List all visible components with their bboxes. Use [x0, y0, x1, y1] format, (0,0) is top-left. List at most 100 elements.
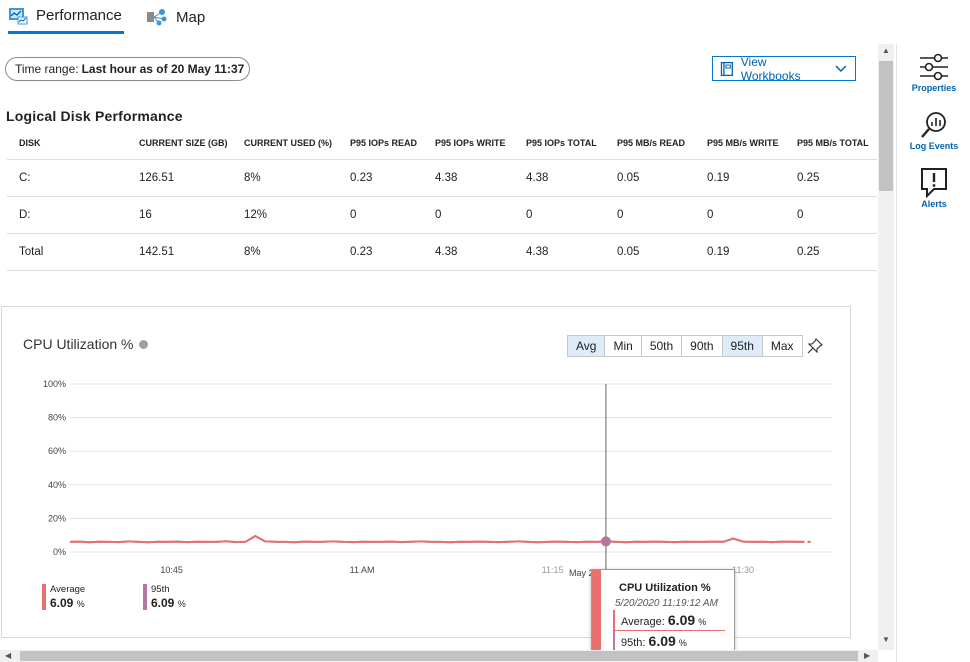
- view-workbooks-button[interactable]: View Workbooks: [712, 54, 856, 83]
- chevron-down-icon: [835, 65, 847, 72]
- table-row[interactable]: Total 142.51 8% 0.23 4.38 4.38 0.05 0.19…: [7, 232, 877, 271]
- tab-bar: Performance Map: [0, 0, 878, 34]
- horizontal-scroll-thumb[interactable]: [20, 651, 858, 661]
- alerts-icon: [921, 168, 947, 198]
- legend-average[interactable]: Average 6.09 %: [42, 584, 85, 610]
- workbook-icon: [720, 61, 733, 76]
- tooltip-row-95th: 95th: 6.09 %: [613, 631, 725, 652]
- column-header[interactable]: P95 MB/s TOTAL: [785, 128, 877, 159]
- table-cell: 0.05: [605, 232, 695, 271]
- table-header-row: DISK CURRENT SIZE (GB) CURRENT USED (%) …: [7, 128, 877, 159]
- scroll-left-icon[interactable]: ◀: [5, 651, 11, 660]
- x-tick-label: 11 AM: [350, 565, 375, 575]
- x-tick-label: 11:30: [732, 565, 754, 575]
- tab-map[interactable]: Map: [146, 0, 205, 34]
- table-cell: 0: [338, 195, 423, 233]
- column-header[interactable]: P95 IOPs TOTAL: [514, 128, 605, 159]
- tooltip-row-unit: %: [678, 638, 687, 648]
- table-cell: 142.51: [127, 232, 232, 271]
- legend-95th-name: 95th: [151, 584, 170, 595]
- legend-95th-swatch: [143, 584, 147, 610]
- tooltip-row-label: 95th:: [621, 637, 646, 649]
- table-cell: 0.25: [785, 232, 877, 271]
- horizontal-scrollbar[interactable]: ◀ ▶: [0, 650, 878, 662]
- series-line-average: [69, 534, 802, 544]
- table-cell: 8%: [232, 158, 338, 196]
- table-cell: 0.19: [695, 158, 785, 196]
- table-cell: 0: [423, 195, 514, 233]
- legend-average-value: 6.09 %: [50, 596, 85, 610]
- alerts-label: Alerts: [921, 199, 947, 209]
- tooltip-timestamp: 5/20/2020 11:19:12 AM: [615, 598, 718, 609]
- tooltip-row-unit: %: [698, 617, 707, 627]
- tooltip-accent-bar: [592, 570, 601, 660]
- tooltip-title: CPU Utilization %: [619, 582, 711, 594]
- scroll-up-icon[interactable]: ▲: [882, 46, 890, 55]
- alerts-button[interactable]: Alerts: [897, 166, 970, 209]
- x-tick-label: 10:45: [160, 565, 183, 575]
- tab-map-label: Map: [176, 8, 206, 26]
- y-tick-label: 20%: [48, 513, 66, 523]
- table-cell: 0.23: [338, 232, 423, 271]
- column-header[interactable]: P95 IOPs READ: [338, 128, 423, 159]
- table-cell: 4.38: [514, 158, 605, 196]
- performance-icon: [9, 7, 28, 24]
- legend-average-swatch: [42, 584, 46, 610]
- scroll-right-icon[interactable]: ▶: [864, 651, 870, 660]
- view-workbooks-label: View Workbooks: [740, 54, 801, 83]
- time-range-prefix: Time range:: [15, 62, 79, 76]
- tab-performance-label: Performance: [36, 7, 122, 24]
- table-cell: 0.23: [338, 158, 423, 196]
- column-header[interactable]: P95 MB/s WRITE: [695, 128, 785, 159]
- table-cell: 126.51: [127, 158, 232, 196]
- table-row[interactable]: D: 16 12% 0 0 0 0 0 0: [7, 195, 877, 233]
- scroll-down-icon[interactable]: ▼: [882, 635, 890, 644]
- legend-95th[interactable]: 95th 6.09 %: [143, 584, 186, 610]
- table-cell: 4.38: [423, 232, 514, 271]
- table-cell: Total: [7, 232, 127, 271]
- table-cell: 4.38: [514, 232, 605, 271]
- column-header[interactable]: P95 MB/s READ: [605, 128, 695, 159]
- table-cell: 0: [695, 195, 785, 233]
- tab-performance[interactable]: Performance: [8, 0, 124, 34]
- log-events-label: Log Events: [909, 141, 959, 151]
- y-tick-label: 0%: [53, 547, 66, 557]
- map-icon: [147, 9, 167, 26]
- table-cell: 12%: [232, 195, 338, 233]
- column-header[interactable]: CURRENT SIZE (GB): [127, 128, 232, 159]
- tooltip-row-value: 6.09: [667, 612, 696, 628]
- log-events-button[interactable]: Log Events: [897, 110, 970, 151]
- chart-cursor-marker: [600, 536, 611, 547]
- properties-label: Properties: [911, 83, 957, 93]
- table-cell: C:: [7, 158, 127, 196]
- column-header[interactable]: P95 IOPs WRITE: [423, 128, 514, 159]
- disk-table: DISK CURRENT SIZE (GB) CURRENT USED (%) …: [7, 128, 877, 271]
- disk-section-title: Logical Disk Performance: [6, 108, 183, 124]
- legend-average-name: Average: [50, 584, 86, 595]
- vertical-scrollbar[interactable]: ▲ ▼: [878, 44, 894, 650]
- side-panel: Properties Log Events Alerts: [896, 44, 970, 662]
- y-tick-label: 40%: [48, 480, 66, 490]
- table-cell: 8%: [232, 232, 338, 271]
- table-cell: D:: [7, 195, 127, 233]
- table-cell: 0.25: [785, 158, 877, 196]
- tooltip-row-value: 6.09: [648, 633, 676, 649]
- table-cell: 0: [785, 195, 877, 233]
- y-tick-label: 100%: [43, 379, 66, 389]
- time-range-value: Last hour as of 20 May 11:37: [81, 62, 245, 76]
- y-tick-label: 80%: [48, 413, 66, 423]
- table-cell: 16: [127, 195, 232, 233]
- legend-95th-value: 6.09 %: [151, 596, 186, 610]
- properties-icon: [920, 53, 948, 81]
- column-header[interactable]: CURRENT USED (%): [232, 128, 338, 159]
- table-cell: 0.19: [695, 232, 785, 271]
- table-row[interactable]: C: 126.51 8% 0.23 4.38 4.38 0.05 0.19 0.…: [7, 158, 877, 196]
- cpu-line-chart[interactable]: 100%80%60%40%20%0%10:4511 AM11:15May 20 …: [2, 307, 852, 582]
- column-header[interactable]: DISK: [7, 128, 127, 159]
- table-cell: 4.38: [423, 158, 514, 196]
- time-range-picker[interactable]: Time range: Last hour as of 20 May 11:37: [5, 57, 250, 81]
- vertical-scroll-thumb[interactable]: [879, 61, 893, 191]
- table-cell: 0: [605, 195, 695, 233]
- chart-tooltip: CPU Utilization % 5/20/2020 11:19:12 AM …: [591, 569, 735, 661]
- properties-button[interactable]: Properties: [897, 52, 970, 93]
